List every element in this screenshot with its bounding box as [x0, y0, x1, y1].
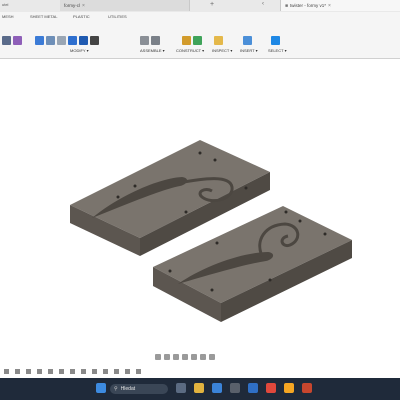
new-component-icon[interactable] [140, 36, 149, 45]
pin-hole [198, 151, 202, 155]
timeline-feature-icon[interactable] [81, 368, 86, 374]
pin-hole [168, 269, 172, 273]
tab-active[interactable]: ■ twister - formy v1* × [280, 0, 400, 11]
model-view [70, 140, 352, 322]
inspect-tools [214, 36, 223, 45]
shell-icon[interactable] [68, 36, 77, 45]
category-mesh[interactable]: MESH [2, 14, 14, 19]
move-icon[interactable] [90, 36, 99, 45]
category-utilities[interactable]: UTILITIES [108, 14, 127, 19]
doc-icon: ■ [285, 2, 289, 9]
insert-image-icon[interactable] [243, 36, 252, 45]
plane-icon[interactable] [182, 36, 191, 45]
pin-hole [213, 158, 217, 162]
mail-icon[interactable] [248, 383, 258, 393]
timeline [0, 366, 400, 376]
edge-icon[interactable] [212, 383, 222, 393]
group-label-assemble[interactable]: ASSEMBLE ▾ [140, 48, 165, 53]
tool-group-left [2, 36, 22, 45]
timeline-play-icon[interactable] [26, 368, 31, 374]
joint-icon[interactable] [151, 36, 160, 45]
timeline-prev-icon[interactable] [15, 368, 20, 374]
timeline-feature-icon[interactable] [136, 368, 141, 374]
axis-icon[interactable] [193, 36, 202, 45]
category-plastic[interactable]: PLASTIC [73, 14, 90, 19]
timeline-next-icon[interactable] [37, 368, 42, 374]
zoom-icon[interactable] [173, 354, 179, 360]
select-arrow-icon[interactable] [271, 36, 280, 45]
fusion-icon[interactable] [284, 383, 294, 393]
grid-settings-icon[interactable] [200, 354, 206, 360]
pin-hole [284, 210, 288, 214]
measure-icon[interactable] [214, 36, 223, 45]
store-icon[interactable] [230, 383, 240, 393]
pan-icon[interactable] [164, 354, 170, 360]
pin-hole [268, 278, 272, 282]
group-label-select[interactable]: SELECT ▾ [268, 48, 287, 53]
canvas-viewport[interactable] [0, 59, 400, 374]
tab-inactive-label: formy-cl [64, 3, 80, 8]
chevron-left-icon[interactable]: ‹ [262, 1, 264, 7]
form-icon[interactable] [13, 36, 22, 45]
group-label-insert[interactable]: INSERT ▾ [240, 48, 258, 53]
pin-hole [215, 241, 219, 245]
chamfer-icon[interactable] [57, 36, 66, 45]
app-icon[interactable] [302, 383, 312, 393]
select-tools [271, 36, 280, 45]
navigation-bar [155, 352, 245, 362]
new-tab-icon[interactable]: + [210, 1, 214, 8]
combine-icon[interactable] [79, 36, 88, 45]
modify-tools [35, 36, 99, 45]
timeline-feature-icon[interactable] [125, 368, 130, 374]
sketch-icon[interactable] [2, 36, 11, 45]
group-label-inspect[interactable]: INSPECT ▾ [212, 48, 232, 53]
close-icon[interactable]: × [82, 3, 85, 9]
pin-hole [133, 184, 137, 188]
insert-tools [243, 36, 252, 45]
timeline-feature-icon[interactable] [59, 368, 64, 374]
close-icon[interactable]: × [328, 3, 331, 9]
timeline-feature-icon[interactable] [92, 368, 97, 374]
pin-hole [323, 232, 327, 236]
app-title: utel [2, 2, 9, 7]
pin-hole [184, 210, 188, 214]
taskbar-search[interactable]: ⚲ Hledat [110, 384, 168, 394]
pin-hole [298, 219, 302, 223]
press-pull-icon[interactable] [35, 36, 44, 45]
tab-active-label: twister - formy v1* [290, 3, 327, 8]
pin-hole [210, 288, 214, 292]
category-sheet-metal[interactable]: SHEET METAL [30, 14, 57, 19]
timeline-start-icon[interactable] [4, 368, 9, 374]
display-settings-icon[interactable] [191, 354, 197, 360]
assemble-tools [140, 36, 160, 45]
timeline-feature-icon[interactable] [70, 368, 75, 374]
explorer-icon[interactable] [194, 383, 204, 393]
group-label-construct[interactable]: CONSTRUCT ▾ [176, 48, 204, 53]
tab-inactive[interactable]: formy-cl × [60, 0, 190, 11]
pin-hole [116, 195, 120, 199]
timeline-end-icon[interactable] [48, 368, 53, 374]
fit-icon[interactable] [182, 354, 188, 360]
group-label-modify[interactable]: MODIFY ▾ [70, 48, 89, 53]
chrome-icon[interactable] [266, 383, 276, 393]
orbit-icon[interactable] [155, 354, 161, 360]
pin-hole [244, 186, 248, 190]
timeline-feature-icon[interactable] [114, 368, 119, 374]
task-view-icon[interactable] [176, 383, 186, 393]
viewports-icon[interactable] [209, 354, 215, 360]
start-icon[interactable] [96, 383, 106, 393]
taskbar-search-text: Hledat [120, 386, 136, 392]
construct-tools [182, 36, 202, 45]
search-icon: ⚲ [114, 386, 118, 392]
fillet-icon[interactable] [46, 36, 55, 45]
timeline-feature-icon[interactable] [103, 368, 108, 374]
